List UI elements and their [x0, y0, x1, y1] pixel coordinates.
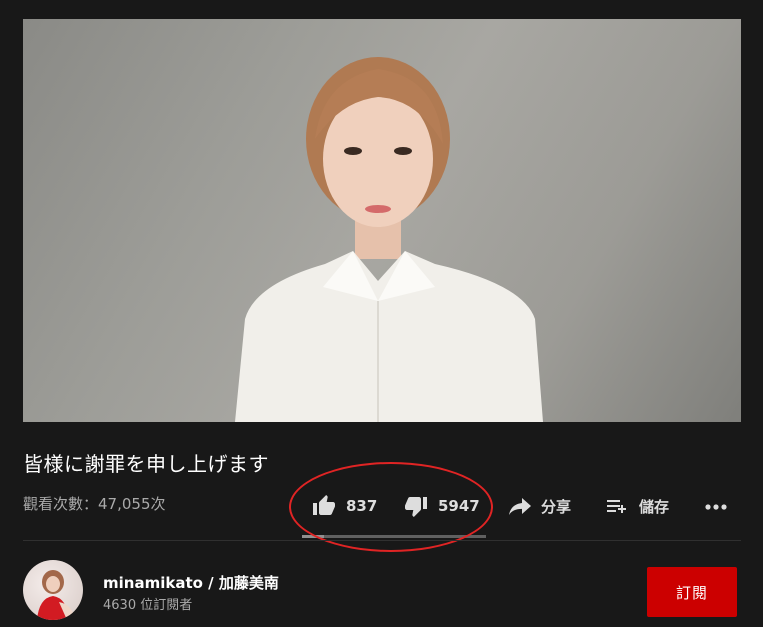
subscriber-count: 4630 位訂閱者: [103, 598, 193, 613]
video-title: 皆様に謝罪を申し上げます: [23, 452, 269, 476]
video-player[interactable]: [23, 19, 741, 422]
video-frame-image: [235, 57, 543, 422]
more-actions-button[interactable]: [703, 493, 731, 519]
divider: [23, 540, 741, 541]
save-button[interactable]: 儲存: [603, 493, 669, 519]
share-button[interactable]: 分享: [507, 493, 571, 519]
share-icon: [509, 498, 531, 515]
share-label: 分享: [541, 497, 572, 516]
more-icon: [705, 504, 727, 510]
view-count: 觀看次數：47,055次: [23, 495, 166, 513]
save-playlist-icon: [607, 500, 626, 513]
channel-name[interactable]: minamikato / 加藤美南: [103, 572, 279, 593]
annotation-ring: [289, 462, 493, 552]
channel-avatar[interactable]: [23, 560, 83, 620]
subscribe-button[interactable]: 訂閱: [647, 567, 737, 617]
save-label: 儲存: [639, 497, 670, 516]
avatar-image: [37, 570, 75, 620]
